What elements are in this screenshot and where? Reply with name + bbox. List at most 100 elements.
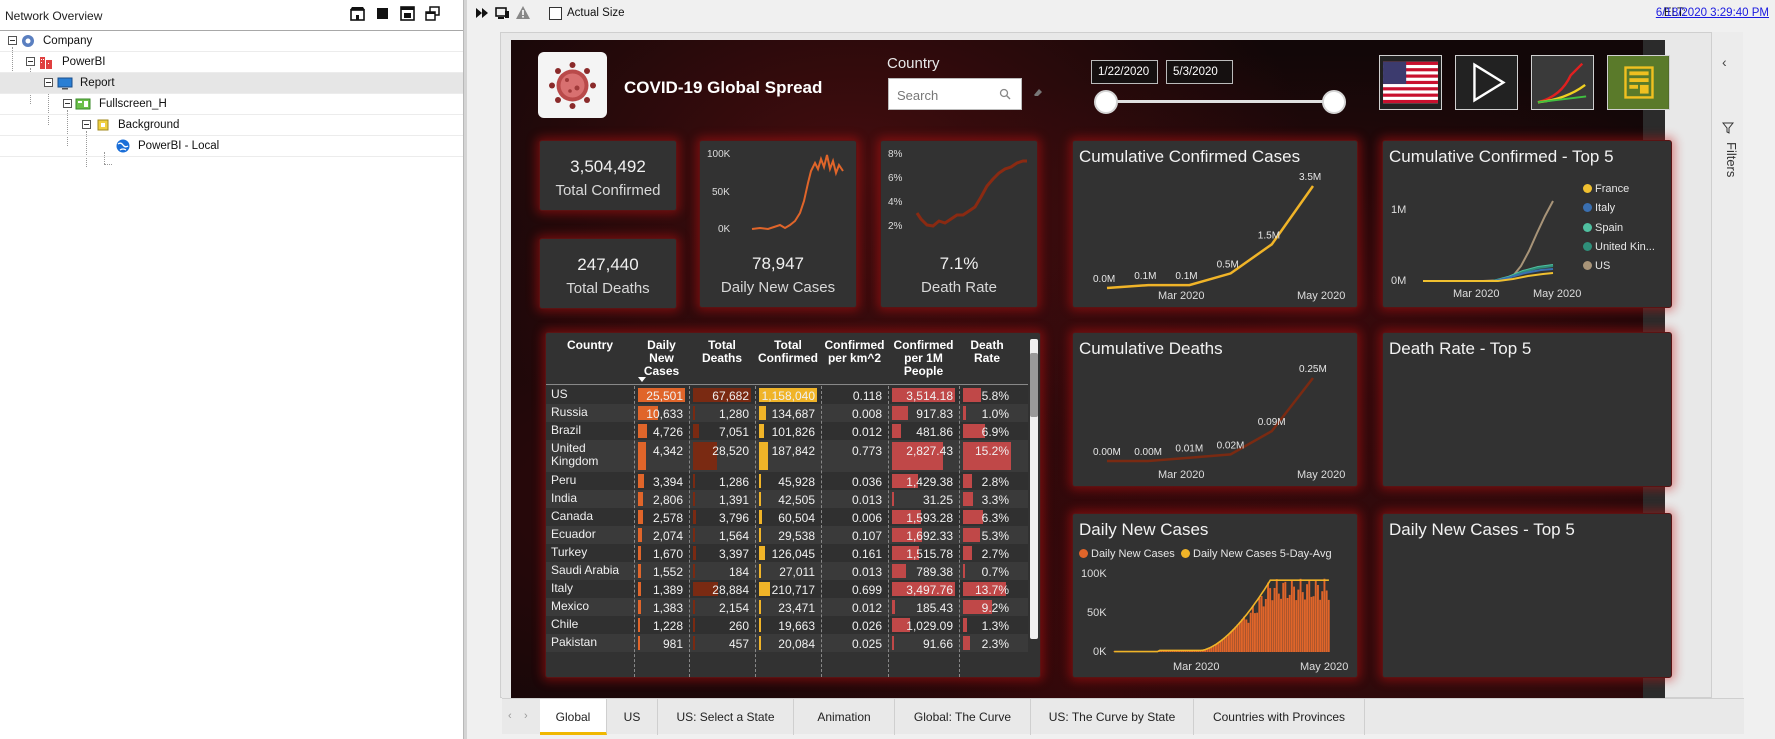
- column-header[interactable]: Confirmed per 1M People: [890, 339, 957, 378]
- x-tick: May 2020: [1297, 469, 1345, 481]
- cell-text: 60,504: [778, 511, 815, 525]
- tab-us[interactable]: US: [607, 699, 658, 735]
- column-header[interactable]: Confirmed per km^2: [823, 339, 886, 365]
- tree-node-fullscreen[interactable]: Fullscreen_H: [0, 94, 463, 115]
- table-row[interactable]: Mexico 1,383 2,154 23,471 0.012 185.43 9.2%: [546, 598, 1028, 616]
- date-start-input[interactable]: 1/22/2020: [1091, 60, 1158, 84]
- chart-cumulative-deaths[interactable]: Cumulative Deaths 0.00M 0.00M 0.01M 0.02M 0.…: [1072, 332, 1358, 487]
- table-row[interactable]: Italy 1,389 28,884 210,717 0.699 3,497.76 13.7…: [546, 580, 1028, 598]
- eraser-icon[interactable]: [1032, 86, 1044, 98]
- search-icon[interactable]: [999, 88, 1011, 100]
- date-slider-start-handle[interactable]: [1094, 90, 1118, 114]
- tab-us-select-state[interactable]: US: Select a State: [658, 699, 794, 735]
- table-row[interactable]: Pakistan 981 457 20,084 0.025 91.66 2.3%: [546, 634, 1028, 652]
- country-search-input[interactable]: Search: [888, 78, 1022, 110]
- sort-desc-icon[interactable]: [638, 377, 646, 382]
- table-row[interactable]: Peru 3,394 1,286 45,928 0.036 1,429.38 2.8%: [546, 472, 1028, 490]
- table-row[interactable]: Russia 10,633 1,280 134,687 0.008 917.83 1.0%: [546, 404, 1028, 422]
- column-header[interactable]: Death Rate: [961, 339, 1013, 365]
- cell-bar: [963, 388, 982, 402]
- collapse-icon[interactable]: [82, 120, 91, 129]
- table-cell: 1,280: [689, 404, 755, 422]
- kpi-total-confirmed[interactable]: 3,504,492 Total Confirmed: [539, 140, 677, 211]
- daily-bar: [1293, 586, 1295, 652]
- tab-us-curve-by-state[interactable]: US: The Curve by State: [1031, 699, 1194, 735]
- daily-bar: [1247, 622, 1250, 652]
- table-row[interactable]: India 2,806 1,391 42,505 0.013 31.25 3.3%: [546, 490, 1028, 508]
- collapse-icon[interactable]: [44, 78, 53, 87]
- us-flag-button[interactable]: [1379, 55, 1442, 110]
- spark-tick: 50K: [712, 187, 730, 198]
- cell-bar: [693, 564, 695, 578]
- chart-cumulative-top5[interactable]: Cumulative Confirmed - Top 5 1M 0M Mar 2…: [1382, 140, 1672, 308]
- collapse-icon[interactable]: [63, 99, 72, 108]
- tree-node-powerbi-local[interactable]: PowerBI - Local: [0, 136, 463, 157]
- cell-bar: [638, 510, 643, 524]
- curve-button[interactable]: [1531, 55, 1594, 110]
- cell-text: 185.43: [916, 601, 953, 615]
- tree-node-report[interactable]: Report: [0, 73, 463, 94]
- collapse-icon[interactable]: [8, 36, 17, 45]
- chart-daily-new-cases[interactable]: Daily New Cases Daily New Cases Daily Ne…: [1072, 513, 1358, 678]
- table-cell: Italy: [546, 580, 634, 598]
- table-row[interactable]: United Kingdom 4,342 28,520 187,842 0.773 2,8…: [546, 440, 1028, 472]
- table-view-button[interactable]: [1607, 55, 1670, 110]
- kpi-daily-new-cases[interactable]: 100K 50K 0K 78,947 Daily New Cases: [699, 140, 857, 308]
- elt-timestamp-link[interactable]: 6/18/2020 3:29:40 PM: [1656, 7, 1769, 19]
- table-scrollbar-thumb[interactable]: [1030, 353, 1038, 417]
- table-row[interactable]: Turkey 1,670 3,397 126,045 0.161 1,515.78 2.7%: [546, 544, 1028, 562]
- tab-prev-icon[interactable]: ‹: [508, 710, 518, 722]
- collapse-icon[interactable]: [26, 57, 35, 66]
- multi-window-icon[interactable]: [424, 5, 441, 22]
- table-row[interactable]: Chile 1,228 260 19,663 0.026 1,029.09 1.3%: [546, 616, 1028, 634]
- play-animation-button[interactable]: [1455, 55, 1518, 110]
- date-slider-track[interactable]: [1105, 100, 1335, 103]
- column-header[interactable]: Total Deaths: [691, 339, 753, 365]
- table-row[interactable]: Brazil 4,726 7,051 101,826 0.012 481.86 6.9%: [546, 422, 1028, 440]
- filters-pane[interactable]: ‹ Filters: [1711, 32, 1743, 698]
- table-cell: 0.118: [821, 386, 888, 404]
- chevron-left-icon[interactable]: ‹: [1722, 54, 1727, 70]
- store-icon[interactable]: [349, 5, 366, 22]
- country-table[interactable]: Country Daily New Cases Total Deaths Total …: [545, 332, 1041, 678]
- table-row[interactable]: Ecuador 2,074 1,564 29,538 0.107 1,692.33 5.3%: [546, 526, 1028, 544]
- date-slider-end-handle[interactable]: [1322, 90, 1346, 114]
- device-icon[interactable]: [494, 5, 510, 21]
- column-header[interactable]: Total Confirmed: [757, 339, 819, 365]
- tree-node-company[interactable]: Company: [0, 31, 463, 52]
- kpi-death-rate[interactable]: 8% 6% 4% 2% 7.1% Death Rate: [880, 140, 1038, 308]
- table-cell: 1,552: [634, 562, 689, 580]
- cell-text: 9.2%: [981, 601, 1009, 615]
- table-row[interactable]: US 25,501 67,682 1,158,040 0.118 3,514.18 5.8%: [546, 386, 1028, 404]
- window-icon[interactable]: [399, 5, 416, 22]
- tab-next-icon[interactable]: ›: [524, 710, 534, 722]
- fast-forward-icon[interactable]: [474, 5, 490, 21]
- chart-death-rate-top5[interactable]: Death Rate - Top 5: [1382, 332, 1672, 487]
- tree-node-background[interactable]: Background: [0, 115, 463, 136]
- daily-bar: [1251, 605, 1254, 652]
- y-tick: 100K: [1081, 568, 1107, 580]
- tree-node-powerbi[interactable]: PowerBI: [0, 52, 463, 73]
- warning-icon[interactable]: [515, 5, 531, 21]
- tab-global[interactable]: Global: [540, 699, 607, 735]
- x-tick: Mar 2020: [1158, 469, 1204, 481]
- column-header[interactable]: Daily New Cases: [636, 339, 687, 378]
- kpi-total-deaths[interactable]: 247,440 Total Deaths: [539, 238, 677, 309]
- stop-icon[interactable]: [374, 5, 391, 22]
- tab-countries-with-provinces[interactable]: Countries with Provinces: [1194, 699, 1365, 735]
- daily-bar: [1243, 616, 1246, 652]
- cell-text: Peru: [551, 473, 577, 487]
- date-end-input[interactable]: 5/3/2020: [1166, 60, 1233, 84]
- table-row[interactable]: Canada 2,578 3,796 60,504 0.006 1,593.28 6.3%: [546, 508, 1028, 526]
- y-tick: 1M: [1391, 204, 1406, 216]
- chart-cumulative-confirmed[interactable]: Cumulative Confirmed Cases 0.0M 0.1M 0.1M 0…: [1072, 140, 1358, 308]
- chart-daily-new-top5[interactable]: Daily New Cases - Top 5: [1382, 513, 1672, 678]
- table-row[interactable]: Saudi Arabia 1,552 184 27,011 0.013 789.38 0.7…: [546, 562, 1028, 580]
- cell-bar: [963, 636, 971, 650]
- cell-text: 2.7%: [981, 547, 1009, 561]
- column-header[interactable]: Country: [548, 339, 632, 352]
- table-cell: 0.006: [821, 508, 888, 526]
- tab-global-curve[interactable]: Global: The Curve: [895, 699, 1031, 735]
- tab-animation[interactable]: Animation: [794, 699, 895, 735]
- actual-size-checkbox[interactable]: [549, 7, 562, 20]
